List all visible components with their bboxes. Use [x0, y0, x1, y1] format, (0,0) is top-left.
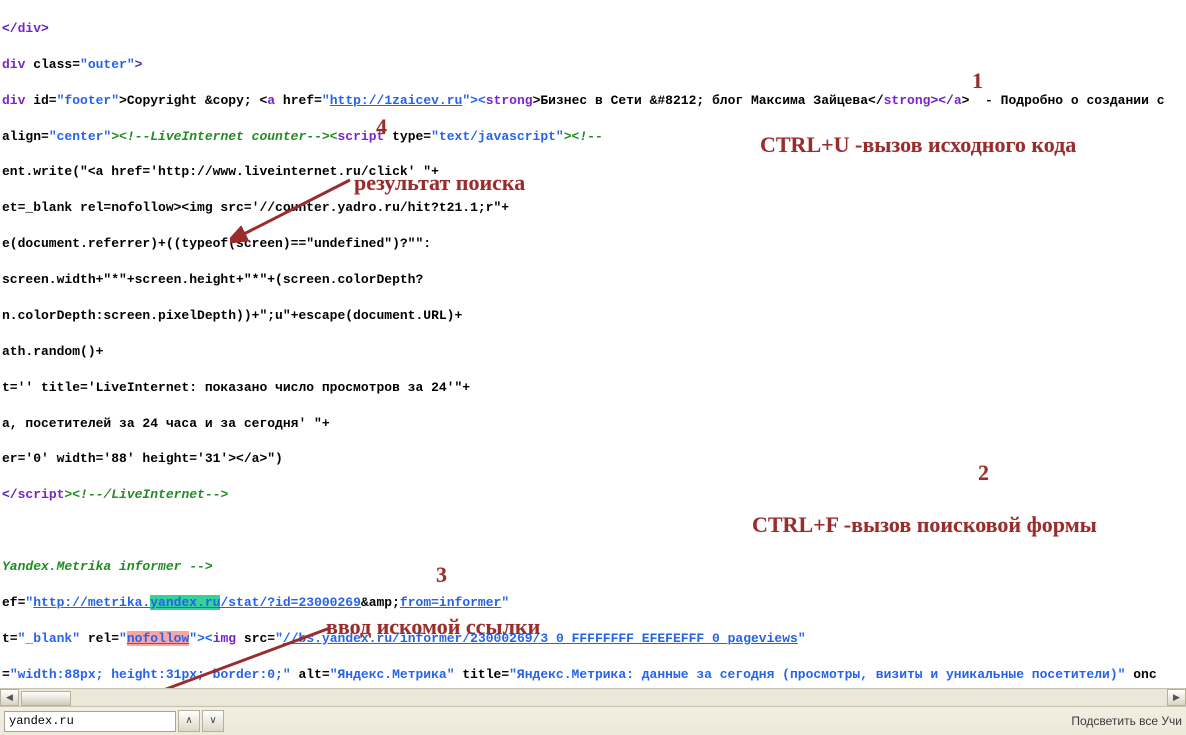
find-options-text[interactable]: Подсветить все Учи [1071, 713, 1182, 730]
nofollow-highlight: nofollow [127, 631, 189, 646]
scroll-thumb[interactable] [21, 691, 71, 706]
find-next-button[interactable]: ∨ [202, 710, 224, 732]
scroll-track[interactable] [19, 690, 1167, 705]
annotation-number-2: 2 [978, 458, 989, 488]
annotation-number-1: 1 [972, 66, 983, 96]
annotation-text-4: результат поиска [354, 168, 525, 198]
find-input[interactable] [4, 711, 176, 732]
bottom-bar: ◀ ▶ ∧ ∨ Подсветить все Учи [0, 688, 1186, 735]
annotation-text-1: CTRL+U -вызов исходного кода [760, 130, 1076, 160]
find-prev-button[interactable]: ∧ [178, 710, 200, 732]
annotation-number-3: 3 [436, 560, 447, 590]
search-result-highlight[interactable]: yandex.ru [150, 595, 220, 610]
find-bar: ∧ ∨ Подсветить все Учи [0, 707, 1186, 735]
annotation-text-3: ввод искомой ссылки [326, 612, 540, 642]
scroll-left-button[interactable]: ◀ [0, 689, 19, 706]
source-code-view: </div> div class="outer"> div id="footer… [0, 0, 1186, 735]
scroll-right-button[interactable]: ▶ [1167, 689, 1186, 706]
annotation-text-2: CTRL+F -вызов поисковой формы [752, 510, 1097, 540]
annotation-number-4: 4 [376, 112, 387, 142]
horizontal-scrollbar[interactable]: ◀ ▶ [0, 689, 1186, 707]
link-1zaicev[interactable]: http://1zaicev.ru [330, 93, 463, 108]
